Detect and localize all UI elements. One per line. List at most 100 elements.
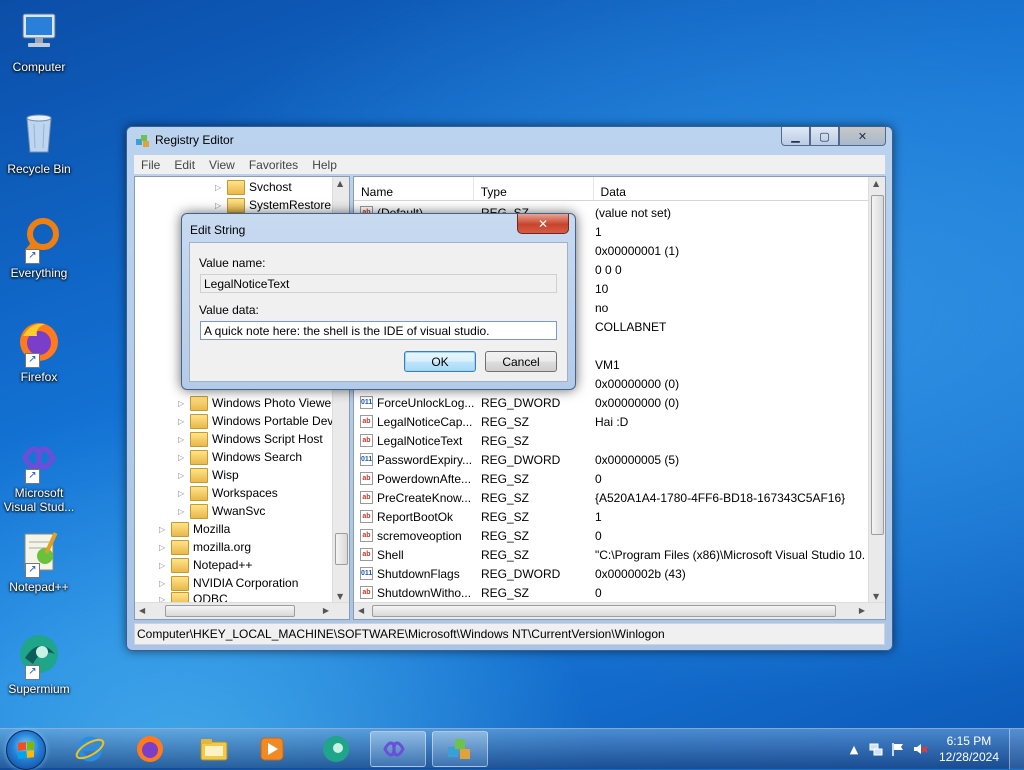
list-item[interactable]: ab ShutdownWitho... REG_SZ 0 xyxy=(354,583,875,602)
scroll-left-icon[interactable]: ◀ xyxy=(358,606,364,615)
value-data-cell: 0x00000005 (5) xyxy=(595,452,680,467)
expand-arrow-icon[interactable]: ▷ xyxy=(178,435,188,444)
list-item[interactable]: ab PowerdownAfte... REG_SZ 0 xyxy=(354,469,875,488)
scroll-down-icon[interactable]: ▼ xyxy=(873,592,879,601)
list-item[interactable]: 011 PasswordExpiry... REG_DWORD 0x00000005 … xyxy=(354,450,875,469)
scroll-right-icon[interactable]: ▶ xyxy=(323,606,329,615)
taskbar-internet-explorer[interactable] xyxy=(62,731,118,767)
tree-item[interactable]: ▷ WwanSvc xyxy=(178,502,265,520)
menu-favorites[interactable]: Favorites xyxy=(242,158,305,172)
action-center-flag-icon[interactable] xyxy=(890,741,906,757)
list-item[interactable]: ab LegalNoticeCap... REG_SZ Hai :D xyxy=(354,412,875,431)
expand-arrow-icon[interactable]: ▷ xyxy=(215,183,225,192)
scroll-up-icon[interactable]: ▲ xyxy=(873,179,879,188)
scrollbar-thumb[interactable] xyxy=(871,195,884,535)
column-header-name[interactable]: Name xyxy=(354,177,474,200)
dialog-title: Edit String xyxy=(190,223,246,237)
tree-item[interactable]: ▷ Windows Portable Devices xyxy=(178,412,349,430)
tree-item[interactable]: ▷ Windows Script Host xyxy=(178,430,323,448)
list-item[interactable]: ab LegalNoticeText REG_SZ xyxy=(354,431,875,450)
menu-file[interactable]: File xyxy=(134,158,167,172)
expand-arrow-icon[interactable]: ▷ xyxy=(215,201,225,210)
desktop-icon-firefox[interactable]: ↗ Firefox xyxy=(2,318,76,384)
menu-edit[interactable]: Edit xyxy=(167,158,202,172)
column-header-data[interactable]: Data xyxy=(594,177,869,200)
taskbar-media-player[interactable] xyxy=(244,731,300,767)
desktop-icon-recycle-bin[interactable]: Recycle Bin xyxy=(2,110,76,176)
tree-horizontal-scrollbar[interactable]: ◀ ▶ xyxy=(135,602,349,619)
expand-arrow-icon[interactable]: ▷ xyxy=(159,579,169,588)
show-hidden-icons-icon[interactable]: ▲ xyxy=(846,741,862,757)
tree-item[interactable]: ▷ Svchost xyxy=(215,178,292,196)
minimize-button[interactable]: ▁ xyxy=(781,127,810,146)
tree-item[interactable]: ▷ Mozilla xyxy=(159,520,230,538)
expand-arrow-icon[interactable]: ▷ xyxy=(178,489,188,498)
close-button[interactable]: ✕ xyxy=(839,127,886,146)
taskbar-supermium[interactable] xyxy=(308,731,364,767)
desktop-icon-everything[interactable]: ↗ Everything xyxy=(2,214,76,280)
show-desktop-button[interactable] xyxy=(1009,729,1024,769)
list-vertical-scrollbar[interactable]: ▲ ▼ xyxy=(868,177,885,603)
expand-arrow-icon[interactable]: ▷ xyxy=(159,543,169,552)
tree-item[interactable]: ▷ mozilla.org xyxy=(159,538,251,556)
cancel-button[interactable]: Cancel xyxy=(485,351,557,372)
value-name-cell: ab scremoveoption xyxy=(354,529,474,543)
visual-studio-icon xyxy=(383,741,405,757)
column-header-type[interactable]: Type xyxy=(474,177,594,200)
list-item[interactable]: ab Shell REG_SZ "C:\Program Files (x86)\Mic… xyxy=(354,545,875,564)
tree-item[interactable]: ▷ Windows Photo Viewer xyxy=(178,394,335,412)
desktop-icon-visual-studio[interactable]: ↗ Microsoft Visual Stud... xyxy=(2,434,76,514)
list-item[interactable]: 011 ShutdownFlags REG_DWORD 0x0000002b (43) xyxy=(354,564,875,583)
tree-item[interactable]: ▷ SystemRestore xyxy=(215,196,331,214)
minimize-icon: ▁ xyxy=(791,129,800,143)
value-name-cell: 011 PasswordExpiry... xyxy=(354,453,474,467)
taskbar-registry-editor[interactable] xyxy=(432,731,488,767)
desktop-icon-notepad-plus-plus[interactable]: ↗ Notepad++ xyxy=(2,528,76,594)
volume-muted-icon[interactable] xyxy=(912,741,928,757)
value-data-input[interactable]: A quick note here: the shell is the IDE … xyxy=(200,321,557,340)
ok-button[interactable]: OK xyxy=(404,351,476,372)
list-item[interactable]: ab ReportBootOk REG_SZ 1 xyxy=(354,507,875,526)
menu-help[interactable]: Help xyxy=(305,158,344,172)
taskbar-visual-studio[interactable] xyxy=(370,731,426,767)
taskbar-file-explorer[interactable] xyxy=(186,731,242,767)
media-player-icon xyxy=(260,737,284,761)
scroll-down-icon[interactable]: ▼ xyxy=(337,592,343,601)
title-bar[interactable]: Registry Editor ▁ ▢ ✕ xyxy=(127,127,892,153)
expand-arrow-icon[interactable]: ▷ xyxy=(159,561,169,570)
edit-string-dialog[interactable]: Edit String ✕ Value name: LegalNoticeTex… xyxy=(181,213,576,390)
expand-arrow-icon[interactable]: ▷ xyxy=(178,417,188,426)
tree-item[interactable]: ▷ Windows Search xyxy=(178,448,302,466)
list-item[interactable]: ab scremoveoption REG_SZ 0 xyxy=(354,526,875,545)
list-item[interactable]: ab PreCreateKnow... REG_SZ {A520A1A4-1780-4… xyxy=(354,488,875,507)
expand-arrow-icon[interactable]: ▷ xyxy=(178,453,188,462)
taskbar-firefox[interactable] xyxy=(122,731,178,767)
desktop-icon-supermium[interactable]: ↗ Supermium xyxy=(2,630,76,696)
menu-view[interactable]: View xyxy=(202,158,242,172)
scroll-left-icon[interactable]: ◀ xyxy=(139,606,145,615)
registry-editor-icon xyxy=(448,739,470,759)
start-button[interactable] xyxy=(6,730,46,770)
tree-item[interactable]: ▷ Workspaces xyxy=(178,484,278,502)
list-item[interactable]: 011 ForceUnlockLog... REG_DWORD 0x00000000 … xyxy=(354,393,875,412)
tree-item[interactable]: ▷ Notepad++ xyxy=(159,556,252,574)
maximize-button[interactable]: ▢ xyxy=(810,127,839,146)
expand-arrow-icon[interactable]: ▷ xyxy=(178,399,188,408)
list-horizontal-scrollbar[interactable]: ◀ ▶ xyxy=(354,602,885,619)
tree-item[interactable]: ▷ Wisp xyxy=(178,466,239,484)
dialog-close-button[interactable]: ✕ xyxy=(517,214,569,234)
network-icon[interactable] xyxy=(868,741,884,757)
visual-studio-icon: ↗ xyxy=(15,434,63,484)
scrollbar-thumb[interactable] xyxy=(165,605,295,617)
scroll-right-icon[interactable]: ▶ xyxy=(859,606,865,615)
desktop-icon-computer[interactable]: Computer xyxy=(2,8,76,74)
scrollbar-thumb[interactable] xyxy=(335,533,348,565)
expand-arrow-icon[interactable]: ▷ xyxy=(178,471,188,480)
expand-arrow-icon[interactable]: ▷ xyxy=(178,507,188,516)
system-clock[interactable]: 6:15 PM 12/28/2024 xyxy=(931,733,1009,765)
supermium-icon: ↗ xyxy=(15,630,63,680)
expand-arrow-icon[interactable]: ▷ xyxy=(159,525,169,534)
scrollbar-thumb[interactable] xyxy=(372,605,836,617)
shortcut-arrow-icon: ↗ xyxy=(25,665,40,680)
scroll-up-icon[interactable]: ▲ xyxy=(337,179,343,188)
